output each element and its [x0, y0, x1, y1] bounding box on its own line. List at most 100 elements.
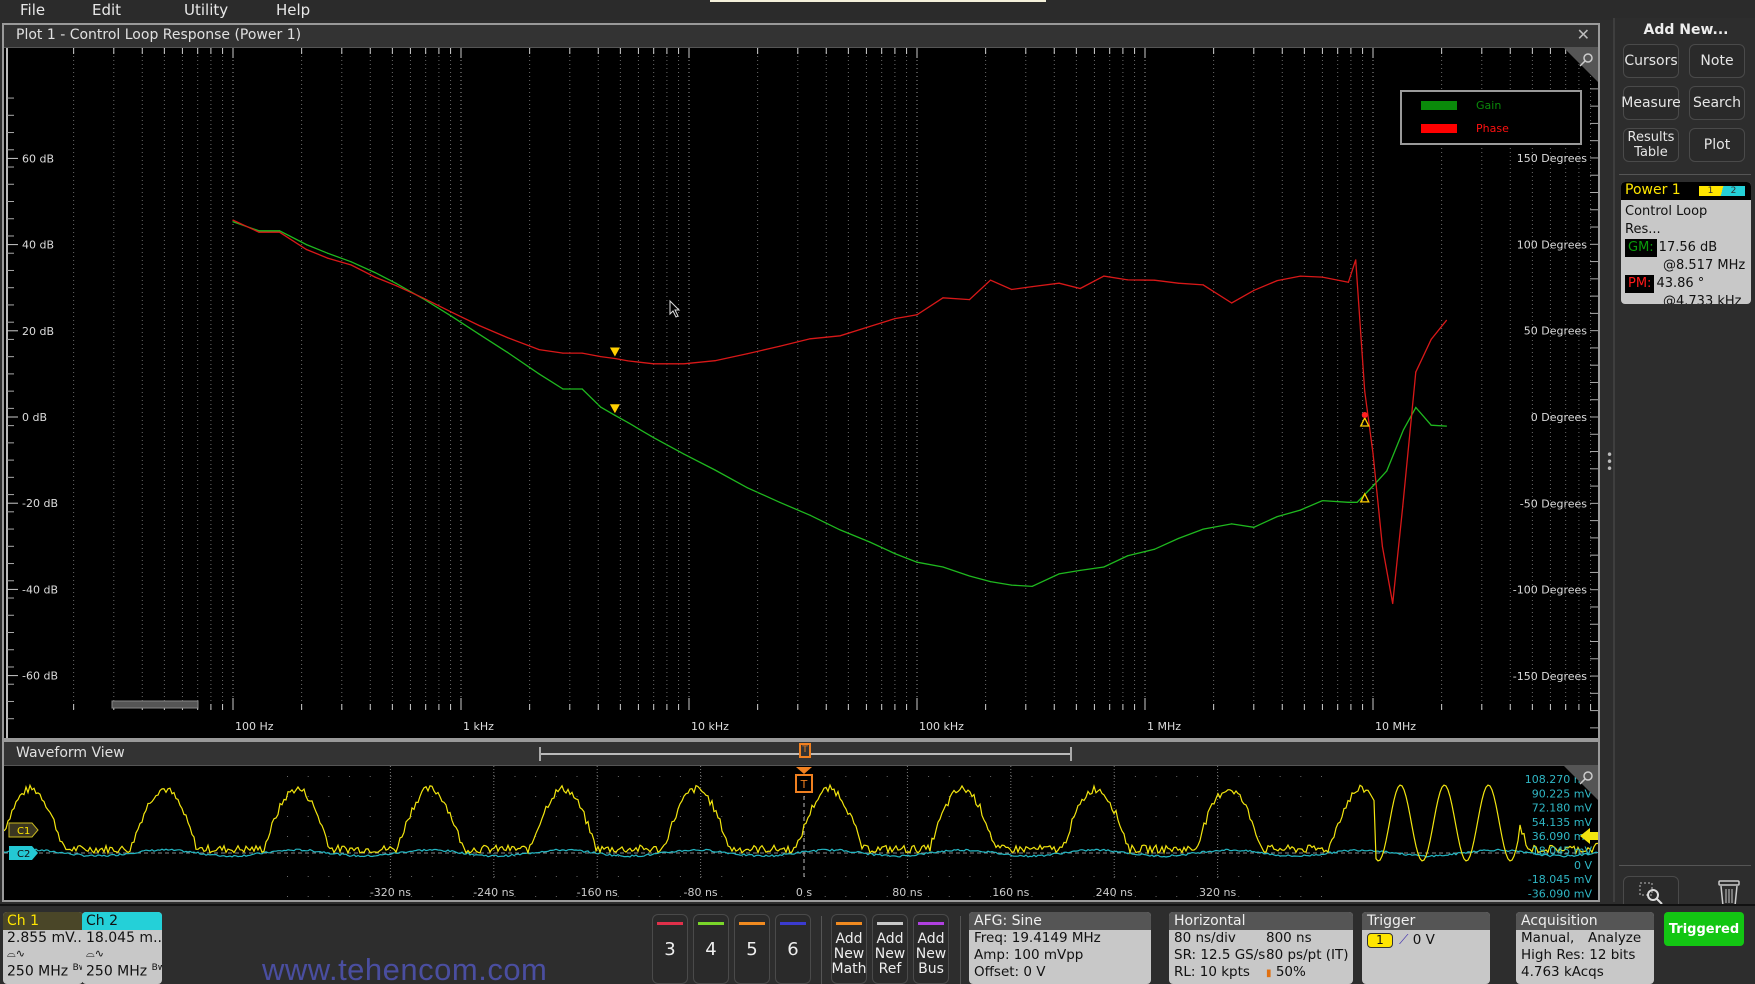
grid-dot: [452, 836, 454, 837]
trigger-status-button[interactable]: Triggered: [1664, 912, 1744, 946]
grid-dot: [741, 796, 743, 797]
grid-dot: [886, 776, 888, 777]
grid-dot: [783, 776, 785, 777]
grid-dot: [349, 776, 351, 777]
grid-dot: [679, 836, 681, 837]
trigger-badge[interactable]: Trigger 1 ⟋ 0 V: [1362, 912, 1490, 984]
close-icon[interactable]: ✕: [1577, 25, 1590, 44]
grid-dot: [969, 816, 971, 817]
measure-button[interactable]: Measure: [1621, 86, 1681, 120]
data-point-phase: [395, 285, 397, 287]
waveform-plot[interactable]: -320 ns -240 ns -160 ns -80 ns 0 s 80 ns 160 n…: [4, 766, 1598, 900]
plot-window: Plot 1 - Control Loop Response (Power 1)…: [2, 23, 1600, 740]
data-point-gain: [1415, 406, 1417, 409]
grid-dot: [493, 876, 495, 877]
data-point-phase: [232, 219, 234, 221]
grid-dot: [638, 816, 640, 817]
grid-dot: [948, 896, 950, 897]
results-table-button[interactable]: Results Table: [1623, 128, 1679, 162]
afg-badge[interactable]: AFG: Sine Freq: 19.4149 MHz Amp: 100 mVp…: [969, 912, 1151, 984]
ch4-label: 4: [705, 938, 717, 960]
data-point-gain: [232, 221, 234, 223]
data-point-phase: [1372, 452, 1374, 454]
plot-title-bar[interactable]: Plot 1 - Control Loop Response (Power 1)…: [4, 25, 1598, 48]
grid-dot: [1258, 796, 1260, 797]
grid-dot: [617, 836, 619, 837]
record-length: RL: 10 kpts: [1174, 964, 1250, 980]
zoom-overview-bar[interactable]: T: [539, 743, 1072, 761]
data-point-gain: [1402, 429, 1405, 431]
grid-dot: [473, 836, 475, 837]
legend-swatch-phase: [1421, 124, 1457, 133]
ch3-color-bar: [657, 922, 683, 925]
data-point-phase: [1127, 279, 1129, 281]
add-new-bus-button[interactable]: Add New Bus: [913, 914, 949, 984]
grid-dot: [535, 856, 537, 857]
grid-dot: [1134, 856, 1136, 857]
grid-dot: [1052, 896, 1054, 897]
grid-dot: [1031, 876, 1033, 877]
y-tick-label: 20 dB: [22, 325, 54, 338]
grid-dot: [638, 836, 640, 837]
bode-plot[interactable]: 60 dB 40 dB 20 dB 0 dB -20 dB -40 dB -60 dB 150…: [4, 48, 1598, 738]
menu-help[interactable]: Help: [256, 1, 348, 19]
data-point-gain: [1356, 501, 1358, 503]
menu-utility[interactable]: Utility: [164, 1, 256, 19]
search-button[interactable]: Search: [1689, 86, 1745, 120]
gain-margin-point: [1361, 412, 1368, 418]
grid-dot: [1031, 816, 1033, 817]
grid-dot: [1176, 836, 1178, 837]
grid-dot: [617, 896, 619, 897]
grid-dot: [886, 856, 888, 857]
ch5-button[interactable]: 5: [734, 914, 770, 984]
add-new-ref-button[interactable]: Add New Ref: [872, 914, 908, 984]
horizontal-badge[interactable]: Horizontal 80 ns/div 800 ns SR: 12.5 GS/s…: [1169, 912, 1353, 984]
grid-dot: [349, 896, 351, 897]
ch3-button[interactable]: 3: [652, 914, 688, 984]
grid-dot: [576, 856, 578, 857]
note-button[interactable]: Note: [1689, 44, 1745, 78]
grid-dot: [1300, 896, 1302, 897]
ch2-badge[interactable]: Ch 2 18.045 m... ⌓∿ 250 MHz Bw: [82, 912, 162, 984]
ch6-button[interactable]: 6: [775, 914, 811, 984]
add-new-math-button[interactable]: Add New Math: [831, 914, 867, 984]
plot-button[interactable]: Plot: [1689, 128, 1745, 162]
menu-file[interactable]: File: [0, 1, 72, 19]
data-point-phase: [1058, 282, 1060, 284]
trigger-label: T: [800, 778, 808, 791]
acquisition-badge[interactable]: Acquisition Manual, Analyze High Res: 12 …: [1516, 912, 1654, 984]
grid-dot: [1238, 896, 1240, 897]
panel-resize-handle[interactable]: • • •: [1606, 449, 1613, 476]
grid-dot: [866, 776, 868, 777]
ch1-badge[interactable]: Ch 1 2.855 mV... ⌓∿ 250 MHz Bw: [3, 912, 83, 984]
grid-dot: [369, 876, 371, 877]
afg-amplitude: Amp: 100 mVpp: [974, 947, 1084, 963]
menu-edit[interactable]: Edit: [72, 1, 164, 19]
trigger-overview-marker[interactable]: T: [799, 743, 811, 758]
grid-dot: [1093, 836, 1095, 837]
grid-dot: [535, 816, 537, 817]
power-measurement-badge[interactable]: Power 1 1 2 Control Loop Res... GM: 17.56…: [1621, 182, 1751, 304]
grid-dot: [1134, 896, 1136, 897]
grid-dot: [1279, 836, 1281, 837]
data-point-phase: [1364, 390, 1366, 392]
grid-dot: [1072, 896, 1074, 897]
grid-dot: [535, 876, 537, 877]
grid-dot: [514, 796, 516, 797]
grid-dot: [431, 816, 433, 817]
power-badge-title: Power 1: [1625, 182, 1681, 198]
data-point-gain: [1321, 500, 1324, 502]
ch6-color-bar: [780, 922, 806, 925]
ch4-button[interactable]: 4: [693, 914, 729, 984]
grid-dot: [1010, 836, 1012, 837]
trigger-position-icon: ▮: [1266, 968, 1272, 979]
grid-dot: [1321, 836, 1322, 837]
mouse-cursor-icon: [669, 299, 681, 318]
y2-tick-label: -100 Degrees: [1513, 584, 1587, 597]
trigger-source: 1: [1367, 933, 1393, 948]
data-point-phase: [1445, 319, 1448, 321]
grid-dot: [804, 856, 805, 857]
cursors-button[interactable]: Cursors: [1623, 44, 1679, 78]
power-badge-body: Control Loop Res... GM: 17.56 dB @8.517 M…: [1621, 200, 1751, 304]
grid-dot: [349, 816, 351, 817]
